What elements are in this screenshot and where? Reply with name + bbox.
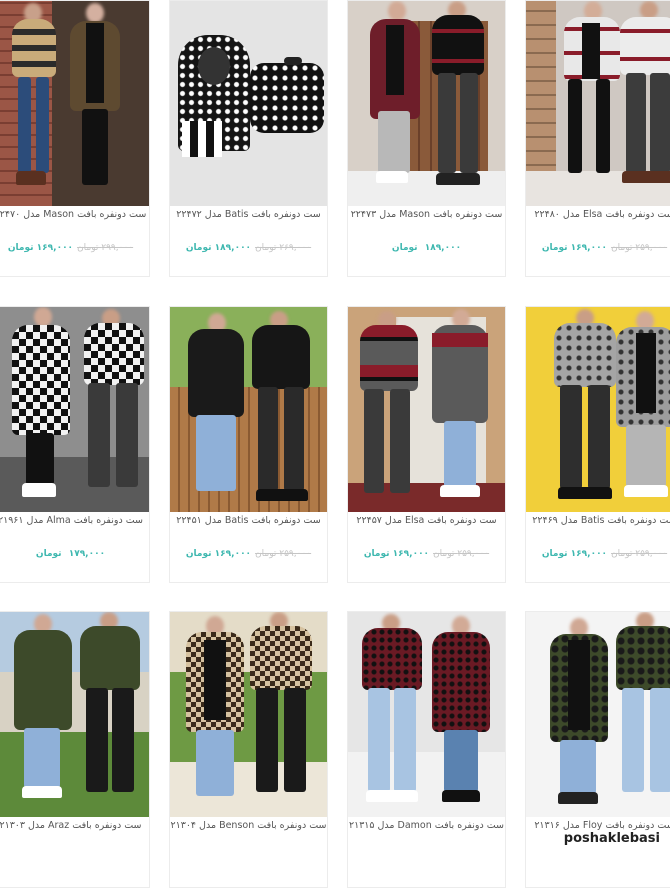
product-image[interactable] [170,1,327,206]
old-price: ۲۶۹,۰۰۰ تومان [255,243,312,253]
old-price: ۲۹۹,۰۰۰ تومان [77,243,134,253]
product-title[interactable]: ست دونفره بافت Damon مدل ۲۱۳۱۵ [348,820,505,838]
product-image[interactable] [170,307,327,512]
product-card[interactable]: ست دونفره بافت Batis مدل ۲۲۴۵۱ ۲۵۹,۰۰۰ ت… [169,306,328,583]
product-price: ۱۷۹,۰۰۰ تومان [0,549,149,565]
new-price: ۱۶۹,۰۰۰ تومان [363,549,430,559]
new-price: ۱۷۹,۰۰۰ تومان [35,549,106,559]
product-image[interactable] [0,612,149,817]
product-image[interactable] [348,612,505,817]
old-price: ۲۵۹,۰۰۰ تومان [255,549,312,559]
product-price: ۲۵۹,۰۰۰ تومان۱۶۹,۰۰۰ تومان [348,549,505,565]
product-image[interactable] [0,1,149,206]
product-price: ۲۵۹,۰۰۰ تومان۱۶۹,۰۰۰ تومان [526,549,670,565]
product-title[interactable]: ست دونفره بافت Araz مدل ۲۱۳۰۳ [0,820,149,838]
product-image[interactable] [526,307,670,512]
new-price: ۱۶۹,۰۰۰ تومان [7,243,74,253]
product-title[interactable]: ست دونفره بافت Mason مدل ۲۲۴۷۳ [348,209,505,227]
site-watermark: poshaklebasi [559,830,664,847]
old-price: ۲۵۹,۰۰۰ تومان [611,549,668,559]
product-title[interactable]: ست دونفره بافت Alma مدل ۲۱۹۶۱ [0,515,149,533]
product-title[interactable]: ست دونفره بافت Benson مدل ۲۱۳۰۴ [170,820,327,838]
new-price: ۱۸۹,۰۰۰ تومان [185,243,252,253]
product-image[interactable] [170,612,327,817]
product-card[interactable]: ست دونفره بافت Batis مدل ۲۲۴۶۹ ۲۵۹,۰۰۰ ت… [525,306,670,583]
product-title[interactable]: ست دونفره بافت Batis مدل ۲۲۴۵۱ [170,515,327,533]
product-image[interactable] [0,307,149,512]
new-price: ۱۶۹,۰۰۰ تومان [185,549,252,559]
product-title[interactable]: ست دونفره بافت Batis مدل ۲۲۴۶۹ [526,515,670,533]
product-card[interactable]: ست دونفره بافت Damon مدل ۲۱۳۱۵ [347,611,506,888]
product-card[interactable]: ست دونفره بافت Araz مدل ۲۱۳۰۳ [0,611,150,888]
product-image[interactable] [348,1,505,206]
product-card[interactable]: ست دونفره بافت Alma مدل ۲۱۹۶۱ ۱۷۹,۰۰۰ تو… [0,306,150,583]
product-title[interactable]: ست دونفره بافت Elsa مدل ۲۲۴۵۷ [348,515,505,533]
new-price: ۱۶۹,۰۰۰ تومان [541,549,608,559]
product-title[interactable]: ست دونفره بافت Elsa مدل ۲۲۴۸۰ [526,209,670,227]
product-image[interactable] [348,307,505,512]
new-price: ۱۸۹,۰۰۰ تومان [391,243,462,253]
product-image[interactable] [526,1,670,206]
product-card[interactable]: ست دونفره بافت Elsa مدل ۲۲۴۸۰ ۲۵۹,۰۰۰ تو… [525,0,670,277]
product-price: ۱۸۹,۰۰۰ تومان [348,243,505,259]
product-title[interactable]: ست دونفره بافت Batis مدل ۲۲۴۷۲ [170,209,327,227]
product-price: ۲۹۹,۰۰۰ تومان۱۶۹,۰۰۰ تومان [0,243,149,259]
product-title[interactable]: ست دونفره بافت Mason مدل ۲۲۴۷۰ [0,209,149,227]
old-price: ۲۵۹,۰۰۰ تومان [611,243,668,253]
old-price: ۲۵۹,۰۰۰ تومان [433,549,490,559]
product-card[interactable]: ست دونفره بافت Mason مدل ۲۲۴۷۰ ۲۹۹,۰۰۰ ت… [0,0,150,277]
product-card[interactable]: ست دونفره بافت Mason مدل ۲۲۴۷۳ ۱۸۹,۰۰۰ ت… [347,0,506,277]
new-price: ۱۶۹,۰۰۰ تومان [541,243,608,253]
product-price: ۲۵۹,۰۰۰ تومان۱۶۹,۰۰۰ تومان [170,549,327,565]
product-price: ۲۵۹,۰۰۰ تومان۱۶۹,۰۰۰ تومان [526,243,670,259]
product-card[interactable]: ست دونفره بافت Batis مدل ۲۲۴۷۲ ۲۶۹,۰۰۰ ت… [169,0,328,277]
product-card[interactable]: ست دونفره بافت Elsa مدل ۲۲۴۵۷ ۲۵۹,۰۰۰ تو… [347,306,506,583]
product-image[interactable] [526,612,670,817]
product-card[interactable]: ست دونفره بافت Benson مدل ۲۱۳۰۴ [169,611,328,888]
product-price: ۲۶۹,۰۰۰ تومان۱۸۹,۰۰۰ تومان [170,243,327,259]
